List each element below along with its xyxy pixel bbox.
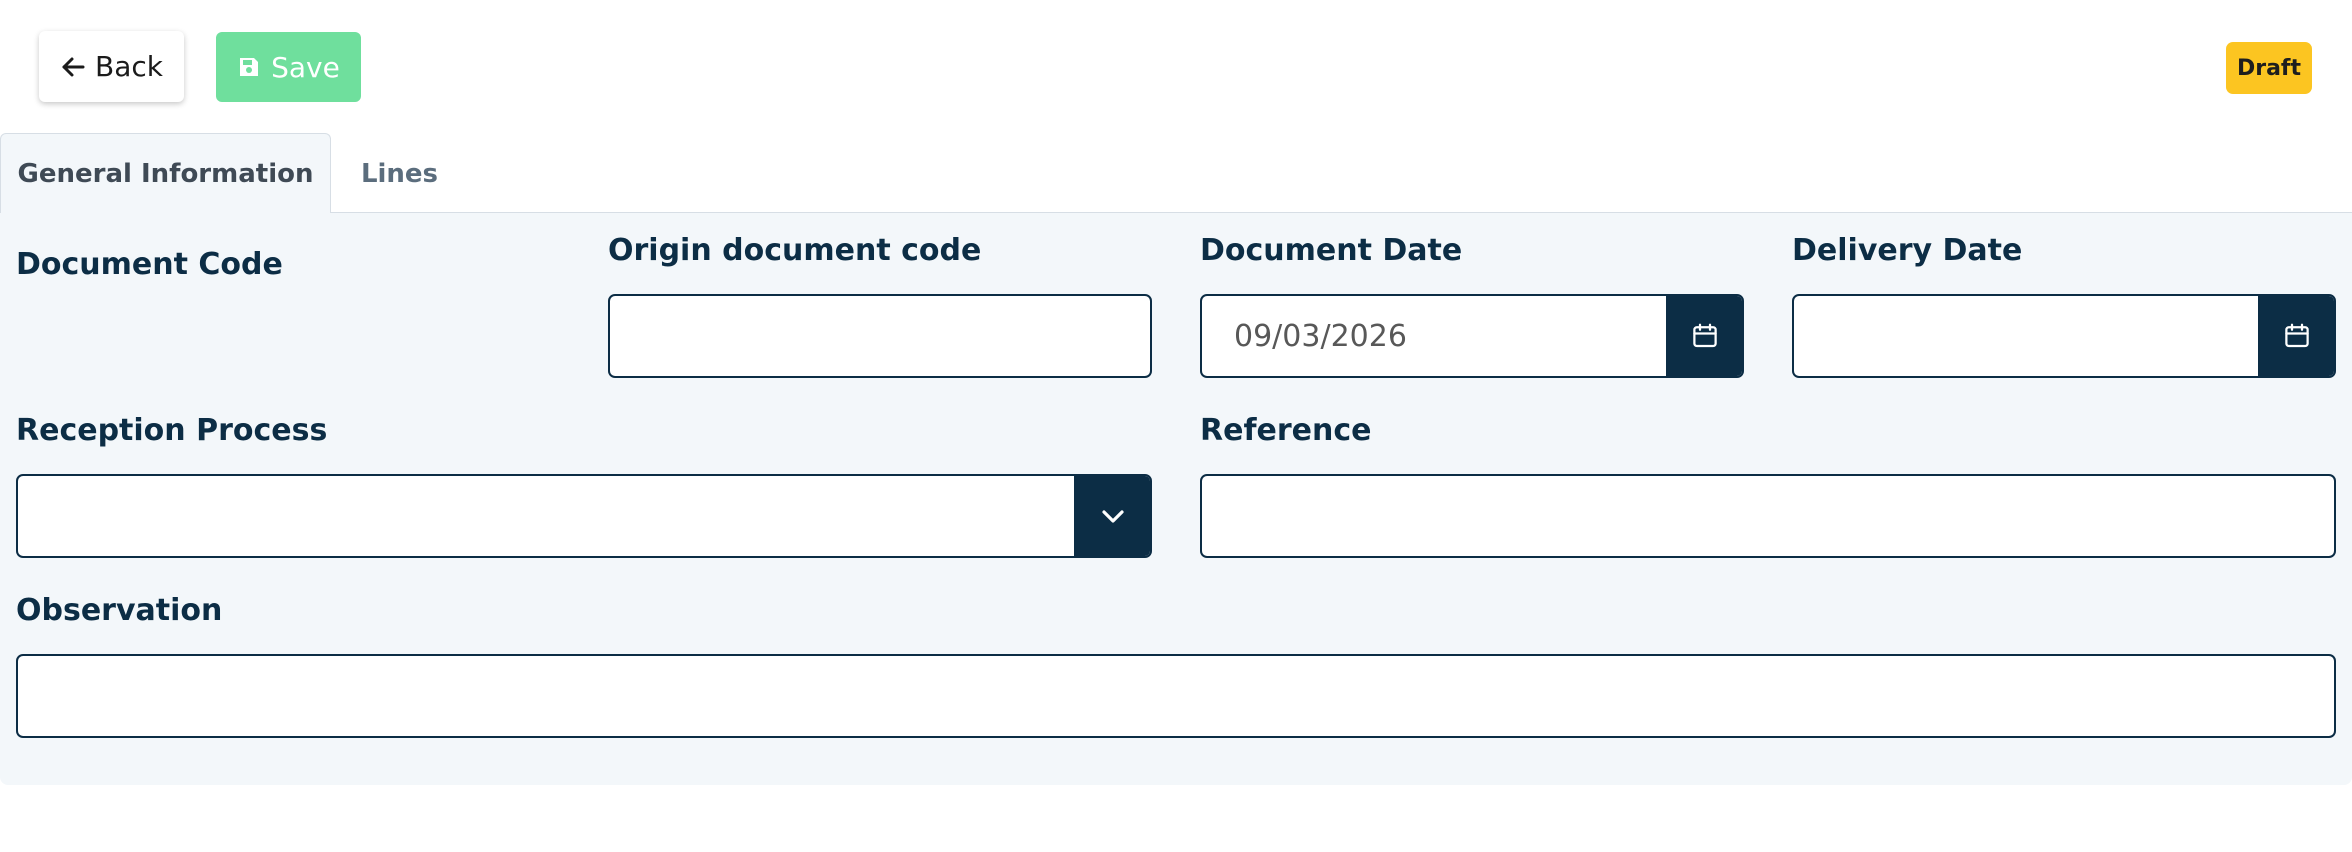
reception-process-label: Reception Process [16,413,328,448]
save-button[interactable]: Save [216,32,361,102]
tab-lines[interactable]: Lines [331,133,468,214]
toolbar: Back Save Draft [0,0,2352,120]
chevron-down-icon [1099,506,1127,526]
save-button-label: Save [271,50,340,84]
status-badge: Draft [2226,42,2312,94]
calendar-icon [2282,321,2312,351]
observation-label: Observation [16,593,223,628]
back-button-label: Back [95,50,163,83]
reference-input[interactable] [1200,474,2336,558]
document-date-input[interactable]: 09/03/2026 [1200,294,1744,378]
delivery-date-picker-button[interactable] [2258,296,2334,376]
observation-input[interactable] [16,654,2336,738]
floppy-disk-icon [237,55,261,79]
document-date-picker-button[interactable] [1666,296,1742,376]
reference-label: Reference [1200,413,1372,448]
reception-process-select[interactable] [16,474,1152,558]
document-code-label: Document Code [16,247,283,282]
origin-document-code-input[interactable] [608,294,1152,378]
delivery-date-input[interactable] [1792,294,2336,378]
calendar-icon [1690,321,1720,351]
delivery-date-label: Delivery Date [1792,233,2023,268]
back-button[interactable]: Back [39,31,184,102]
document-date-value: 09/03/2026 [1234,318,1407,354]
arrow-left-icon [60,55,86,79]
tab-general-information[interactable]: General Information [0,133,331,214]
document-date-label: Document Date [1200,233,1463,268]
reception-process-dropdown-button[interactable] [1074,476,1150,556]
general-information-panel: Document Code Origin document code Docum… [0,213,2352,785]
tab-bar: General Information Lines [0,133,2352,214]
origin-document-code-label: Origin document code [608,233,982,268]
